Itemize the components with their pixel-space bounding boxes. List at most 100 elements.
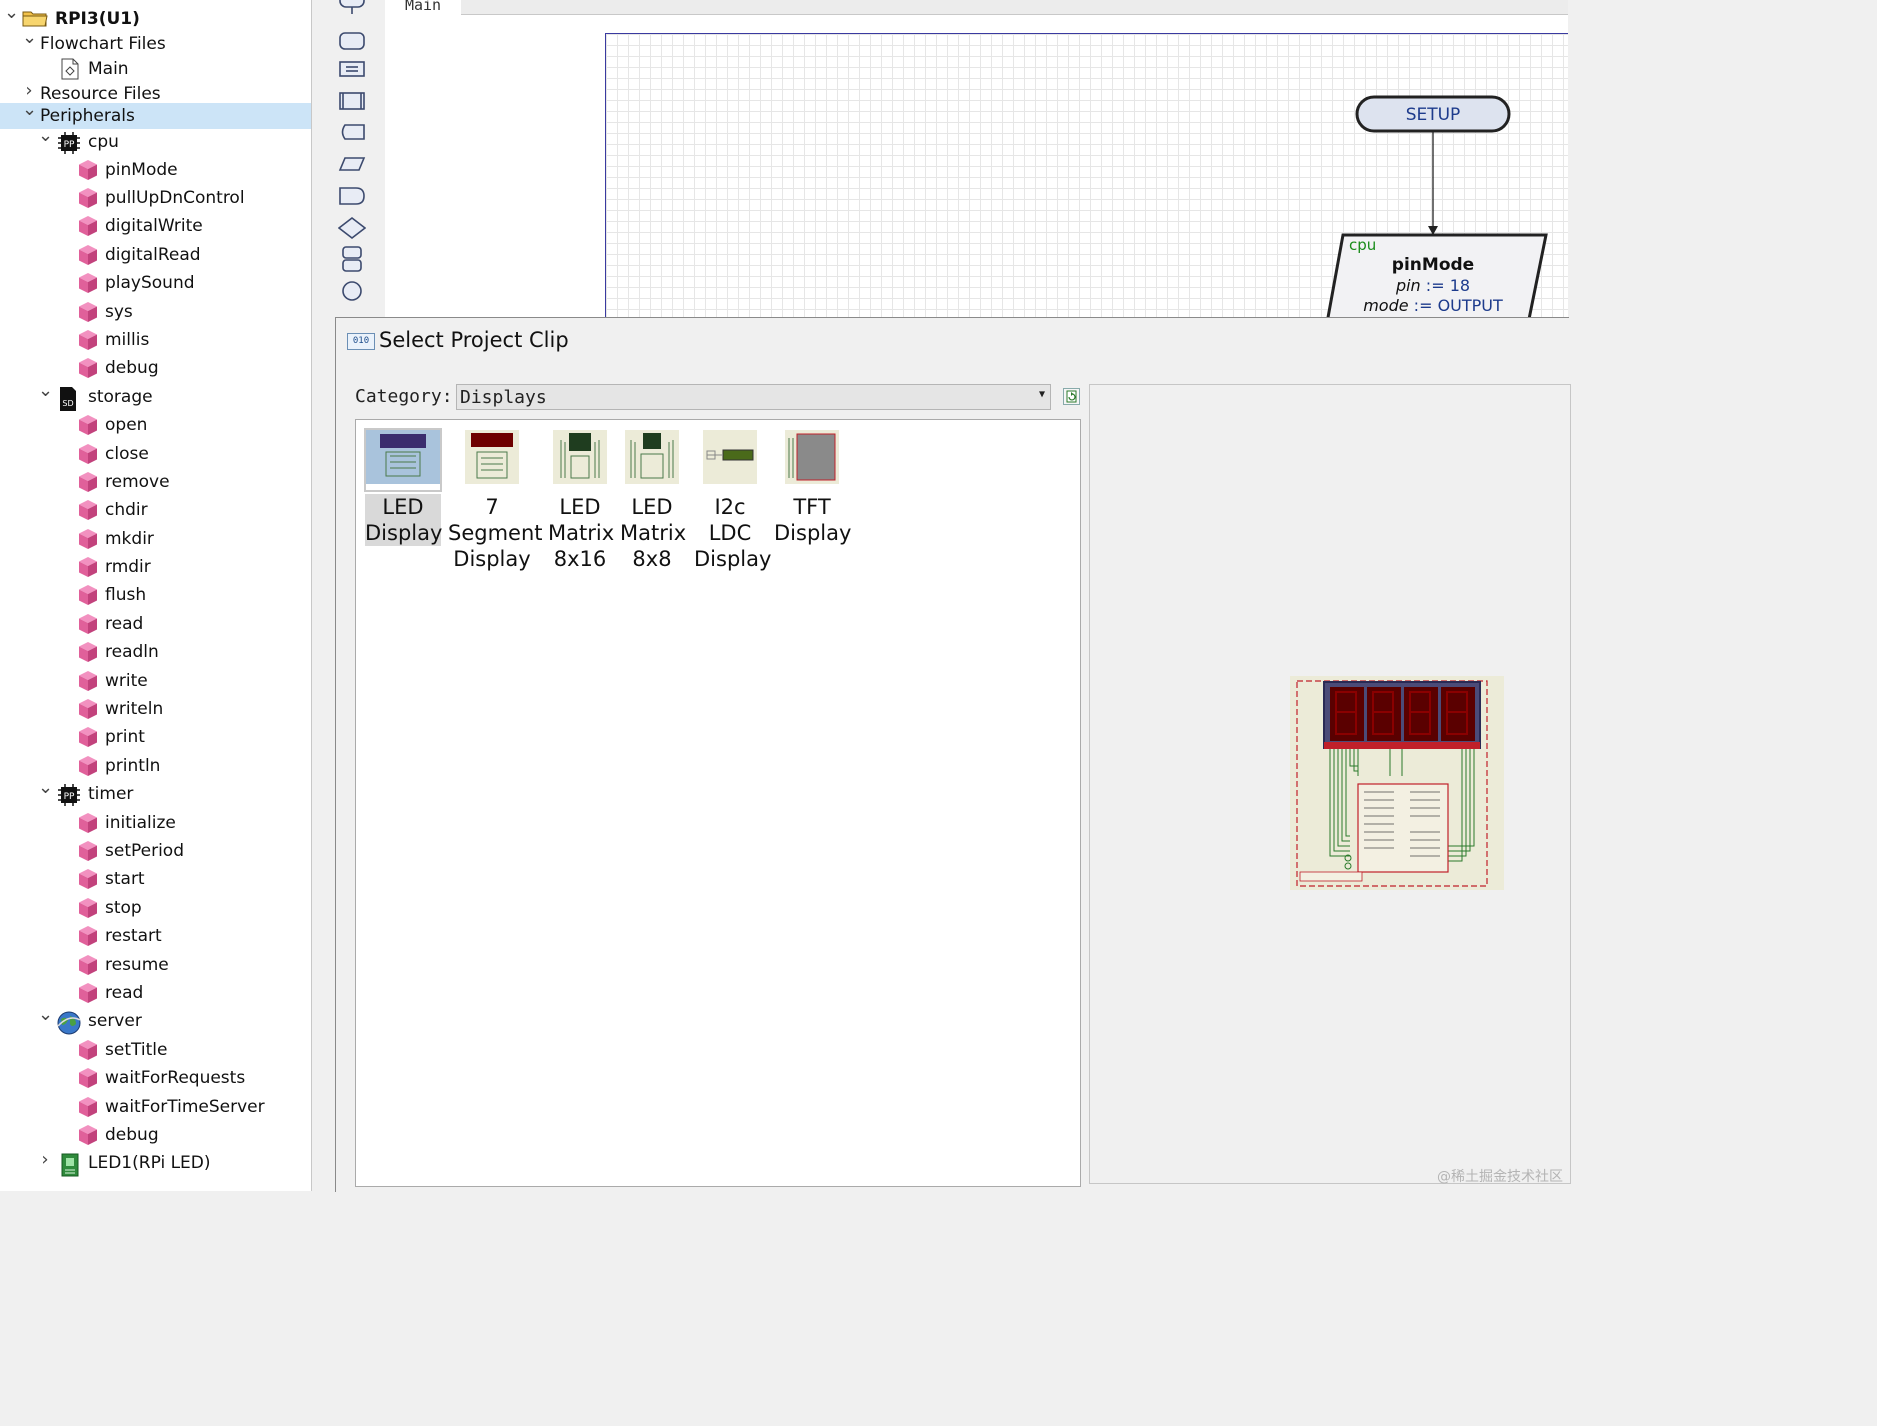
tree-item-read[interactable]: read — [0, 611, 311, 637]
method-cube-icon — [77, 528, 99, 555]
method-cube-icon — [77, 499, 99, 526]
tree-item-label: timer — [88, 784, 134, 804]
tree-item-settitle[interactable]: setTitle — [0, 1037, 311, 1063]
tree-item-label: Peripherals — [40, 106, 135, 126]
tree-item-waitfortimeserver[interactable]: waitForTimeServer — [0, 1094, 311, 1120]
tree-item-writeln[interactable]: writeln — [0, 696, 311, 722]
method-cube-icon — [77, 159, 99, 186]
tree-item-chdir[interactable]: chdir — [0, 497, 311, 523]
clip-name: LED Matrix 8x16 — [548, 494, 614, 572]
delay-tool-icon[interactable] — [338, 182, 366, 210]
method-cube-icon — [77, 556, 99, 583]
tree-item-println[interactable]: println — [0, 753, 311, 779]
refresh-icon[interactable] — [1063, 388, 1080, 405]
clip-preview-pane — [1089, 384, 1571, 1184]
tree-item-write[interactable]: write — [0, 668, 311, 694]
tree-item-playsound[interactable]: playSound — [0, 270, 311, 296]
tree-item-label: digitalRead — [105, 245, 201, 265]
chevron-right-icon[interactable]: › — [22, 82, 36, 100]
assignment-tool-icon[interactable] — [338, 55, 366, 83]
led-matrix-8x16-thumbnail — [553, 430, 607, 490]
tree-item-flush[interactable]: flush — [0, 582, 311, 608]
tree-item-print[interactable]: print — [0, 724, 311, 750]
clip-item[interactable]: LED Display — [364, 428, 442, 546]
clip-name-line: LED — [559, 495, 601, 519]
tree-item-storage[interactable]: ⌄ SD storage — [0, 382, 311, 411]
tree-item-open[interactable]: open — [0, 412, 311, 438]
tree-item-pinmode[interactable]: pinMode — [0, 157, 311, 183]
clip-item[interactable]: TFT Display — [774, 430, 851, 546]
method-cube-icon — [77, 215, 99, 242]
tab-main[interactable]: Main — [385, 0, 462, 14]
tree-item-rpi3-u1[interactable]: ⌄ RPI3(U1) — [0, 4, 311, 32]
clip-list[interactable]: LED Display 7 Segment Display LED Matrix 8x16 LE… — [355, 419, 1081, 1187]
tree-item-resume[interactable]: resume — [0, 952, 311, 978]
tree-item-remove[interactable]: remove — [0, 469, 311, 495]
clip-item[interactable]: 7 Segment Display — [448, 430, 543, 572]
chevron-down-icon[interactable]: ⌄ — [22, 29, 37, 47]
clip-item[interactable]: LED Matrix 8x16 — [548, 430, 614, 572]
tree-item-readln[interactable]: readln — [0, 639, 311, 665]
tree-item-debug[interactable]: debug — [0, 1122, 311, 1148]
method-cube-icon — [77, 584, 99, 611]
block-arg-pin: pin := 18 — [1333, 276, 1533, 295]
method-cube-icon — [77, 726, 99, 753]
tree-item-read[interactable]: read — [0, 980, 311, 1006]
tree-item-flowchart-files[interactable]: ⌄ Flowchart Files — [0, 29, 311, 57]
tree-item-sys[interactable]: sys — [0, 299, 311, 325]
method-cube-icon — [77, 755, 99, 782]
chevron-down-icon[interactable]: ⌄ — [4, 4, 19, 22]
loop-tool-icon[interactable] — [338, 245, 366, 273]
tree-item-label: Flowchart Files — [40, 34, 166, 54]
tree-item-label: start — [105, 869, 145, 889]
subroutine-tool-icon[interactable] — [338, 87, 366, 115]
chevron-down-icon[interactable]: ⌄ — [38, 127, 53, 145]
method-cube-icon — [77, 414, 99, 441]
method-cube-icon — [77, 1096, 99, 1123]
watermark: @稀土掘金技术社区 — [1437, 1169, 1563, 1185]
clip-item[interactable]: LED Matrix 8x8 — [620, 430, 686, 572]
event-block-tool-icon[interactable] — [338, 27, 366, 55]
chevron-down-icon[interactable]: ⌄ — [38, 779, 53, 797]
category-select[interactable]: Displays ▼ — [456, 384, 1051, 410]
tree-item-setperiod[interactable]: setPeriod — [0, 838, 311, 864]
tree-item-timer[interactable]: ⌄ PP timer — [0, 779, 311, 807]
tree-item-pullupdncontrol[interactable]: pullUpDnControl — [0, 185, 311, 211]
flowchart-editor[interactable]: Main SETUP cpu pinMode pin := 18 mode :=… — [385, 0, 1568, 320]
tree-item-debug[interactable]: debug — [0, 355, 311, 381]
connector-tool-icon[interactable] — [338, 277, 366, 305]
tree-item-label: playSound — [105, 273, 195, 293]
clip-item[interactable]: I2c LDC Display — [694, 430, 771, 572]
tree-item-waitforrequests[interactable]: waitForRequests — [0, 1065, 311, 1091]
chevron-down-icon[interactable]: ⌄ — [38, 1006, 53, 1024]
tree-item-led1-rpi-led[interactable]: › LED1(RPi LED) — [0, 1150, 311, 1177]
tree-item-initialize[interactable]: initialize — [0, 810, 311, 836]
tree-item-stop[interactable]: stop — [0, 895, 311, 921]
decision-tool-icon[interactable] — [338, 214, 366, 242]
io-storage-tool-icon[interactable] — [338, 118, 366, 146]
flowchart-canvas[interactable]: SETUP cpu pinMode pin := 18 mode := OUTP… — [605, 33, 1568, 320]
tree-item-start[interactable]: start — [0, 866, 311, 892]
project-tree[interactable]: ⌄ RPI3(U1) ⌄ Flowchart Files Main › Resource F… — [0, 0, 312, 1191]
tree-item-digitalread[interactable]: digitalRead — [0, 242, 311, 268]
tree-item-rmdir[interactable]: rmdir — [0, 554, 311, 580]
tree-item-main[interactable]: Main — [0, 56, 311, 82]
terminator-tool-icon[interactable] — [338, 0, 366, 14]
tree-item-server[interactable]: ⌄ server — [0, 1006, 311, 1035]
clip-name-line: Display — [453, 547, 531, 571]
chevron-down-icon[interactable]: ⌄ — [22, 101, 37, 119]
chevron-right-icon[interactable]: › — [38, 1151, 52, 1169]
tree-item-millis[interactable]: millis — [0, 327, 311, 353]
block-peripheral-label: cpu — [1349, 236, 1377, 254]
tree-item-cpu[interactable]: ⌄ PP cpu — [0, 127, 311, 155]
tree-item-close[interactable]: close — [0, 441, 311, 467]
tree-item-label: waitForRequests — [105, 1068, 246, 1088]
chevron-down-icon[interactable]: ⌄ — [38, 382, 53, 400]
category-label: Category: — [355, 386, 453, 407]
tree-item-restart[interactable]: restart — [0, 923, 311, 949]
chip-icon: PP — [56, 783, 82, 812]
io-parallelogram-tool-icon[interactable] — [338, 150, 366, 178]
tree-item-label: resume — [105, 955, 169, 975]
tree-item-digitalwrite[interactable]: digitalWrite — [0, 213, 311, 239]
tree-item-mkdir[interactable]: mkdir — [0, 526, 311, 552]
